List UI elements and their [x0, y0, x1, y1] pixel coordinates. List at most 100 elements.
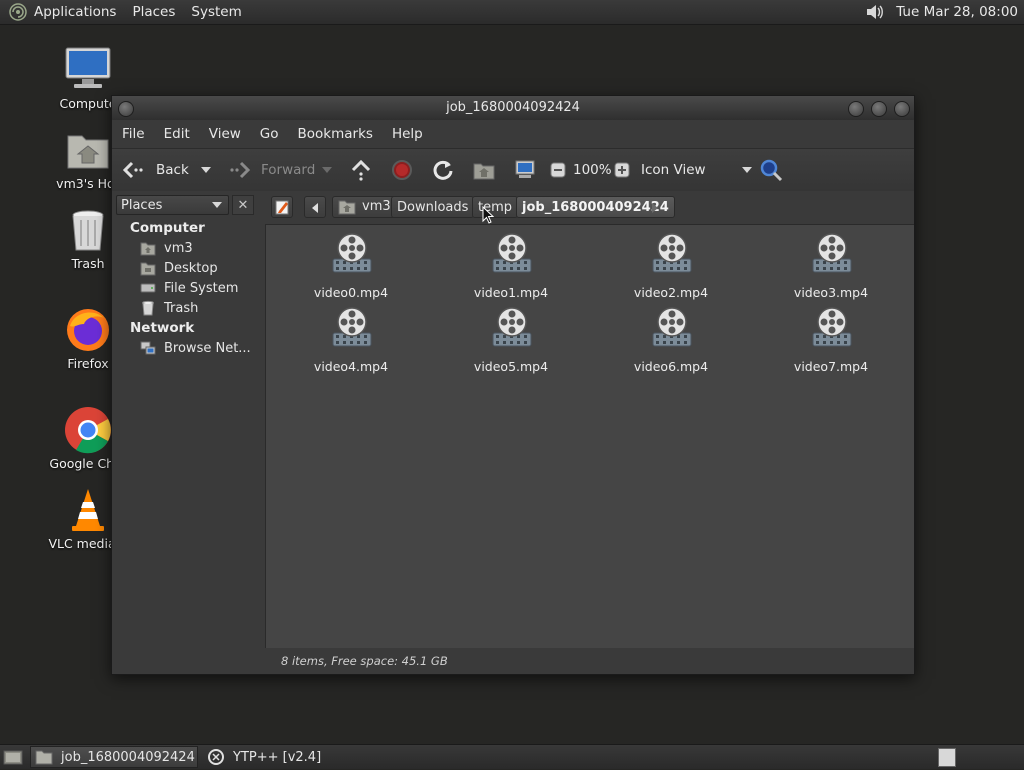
- places-item-label: Desktop: [164, 260, 218, 276]
- home-button[interactable]: [473, 149, 495, 191]
- places-item-file-system[interactable]: File System: [140, 280, 238, 296]
- places-item-browse-network[interactable]: Browse Net...: [140, 340, 251, 356]
- file-manager-window: job_1680004092424 File Edit View Go Book…: [111, 95, 915, 675]
- places-section-computer: Computer: [130, 220, 205, 236]
- back-label: Back: [156, 162, 189, 178]
- menu-edit[interactable]: Edit: [164, 126, 190, 142]
- search-icon: [760, 159, 783, 182]
- file-item[interactable]: video0.mp4: [291, 233, 411, 300]
- menu-file[interactable]: File: [122, 126, 145, 142]
- up-button[interactable]: [350, 149, 372, 191]
- reload-icon: [433, 160, 453, 180]
- bottom-panel: job_1680004092424 YTP++ [v2.4]: [0, 744, 1024, 769]
- places-menu[interactable]: Places: [132, 4, 175, 20]
- show-desktop-button[interactable]: [3, 748, 23, 770]
- places-item-desktop[interactable]: Desktop: [140, 260, 218, 276]
- computer-icon: [515, 160, 535, 178]
- path-scroll-right-button[interactable]: [652, 202, 658, 217]
- toggle-location-entry-button[interactable]: [271, 196, 293, 218]
- file-item[interactable]: video1.mp4: [451, 233, 571, 300]
- chevron-down-icon: [322, 167, 332, 173]
- window-title: job_1680004092424: [446, 100, 580, 115]
- chevron-down-icon: [741, 167, 752, 173]
- side-pane-type-select[interactable]: Places: [116, 195, 229, 215]
- window-titlebar[interactable]: job_1680004092424: [112, 96, 914, 120]
- apps-logo-icon[interactable]: [8, 2, 28, 22]
- zoom-out-button[interactable]: [550, 149, 566, 191]
- places-item-label: vm3: [164, 240, 193, 256]
- system-menu[interactable]: System: [191, 4, 241, 20]
- computer-icon: [65, 47, 111, 88]
- path-bar: vm3 Downloads temp job_1680004092424: [265, 191, 914, 223]
- taskbar-item-file-manager[interactable]: job_1680004092424: [30, 746, 198, 768]
- applications-menu[interactable]: Applications: [34, 4, 116, 20]
- firefox-icon: [67, 309, 109, 351]
- back-button[interactable]: Back: [122, 149, 189, 191]
- file-item[interactable]: video2.mp4: [611, 233, 731, 300]
- chevron-down-icon: [201, 167, 211, 173]
- mouse-cursor-icon: [482, 206, 494, 224]
- close-side-pane-button[interactable]: ✕: [232, 195, 254, 215]
- up-arrow-icon: [351, 159, 371, 181]
- file-item[interactable]: video4.mp4: [291, 307, 411, 374]
- zoom-level[interactable]: 100%: [573, 149, 612, 191]
- workspace-switcher[interactable]: [938, 748, 956, 767]
- file-icon-view[interactable]: video0.mp4 video1.mp4 video2.mp4 video3.…: [265, 224, 914, 648]
- taskbar-item-ytp[interactable]: YTP++ [v2.4]: [203, 746, 363, 768]
- file-item[interactable]: video3.mp4: [771, 233, 891, 300]
- maximize-button[interactable]: [871, 101, 887, 117]
- breadcrumb-vm3[interactable]: vm3: [332, 196, 397, 218]
- breadcrumb-label: vm3: [362, 199, 391, 214]
- home-folder-icon: [67, 135, 109, 169]
- file-item[interactable]: video5.mp4: [451, 307, 571, 374]
- computer-button[interactable]: [514, 149, 536, 191]
- breadcrumb-temp[interactable]: temp: [472, 196, 519, 218]
- menu-view[interactable]: View: [209, 126, 241, 142]
- places-item-trash[interactable]: Trash: [140, 300, 198, 316]
- volume-icon[interactable]: [864, 2, 886, 22]
- window-menu-button[interactable]: [118, 101, 134, 117]
- close-button[interactable]: [894, 101, 910, 117]
- menu-bookmarks[interactable]: Bookmarks: [298, 126, 373, 142]
- forward-history-dropdown[interactable]: [322, 149, 332, 191]
- breadcrumb-current[interactable]: job_1680004092424: [516, 196, 675, 218]
- forward-label: Forward: [261, 162, 316, 178]
- video-file-icon: [812, 307, 852, 347]
- clock[interactable]: Tue Mar 28, 08:00: [896, 4, 1018, 20]
- side-pane-type-label: Places: [121, 197, 163, 213]
- taskbar-item-label: job_1680004092424: [61, 749, 195, 765]
- breadcrumb-downloads[interactable]: Downloads: [391, 196, 475, 218]
- forward-button[interactable]: Forward: [228, 149, 315, 191]
- close-icon: ✕: [237, 198, 249, 213]
- menu-help[interactable]: Help: [392, 126, 423, 142]
- file-item[interactable]: video7.mp4: [771, 307, 891, 374]
- back-history-dropdown[interactable]: [201, 149, 211, 191]
- chevron-down-icon: [212, 202, 222, 208]
- top-panel: Applications Places System Tue Mar 28, 0…: [0, 0, 1024, 25]
- breadcrumb-label: job_1680004092424: [522, 200, 669, 215]
- trash-icon: [72, 210, 104, 251]
- places-item-vm3[interactable]: vm3: [140, 240, 193, 256]
- back-arrow-icon: [122, 161, 143, 179]
- view-mode-select[interactable]: Icon View: [641, 149, 752, 191]
- video-file-icon: [492, 307, 532, 347]
- path-scroll-left-button[interactable]: [304, 196, 326, 218]
- search-button[interactable]: [759, 149, 783, 191]
- video-file-icon: [812, 233, 852, 273]
- drive-icon: [140, 283, 156, 293]
- edit-icon: [275, 200, 289, 215]
- home-folder-icon: [140, 242, 156, 256]
- minimize-button[interactable]: [848, 101, 864, 117]
- chrome-icon: [65, 407, 111, 454]
- desktop-folder-icon: [140, 262, 156, 276]
- file-item[interactable]: video6.mp4: [611, 307, 731, 374]
- reload-button[interactable]: [432, 149, 454, 191]
- side-pane: Places ✕ Computer vm3 Desktop File Syste…: [112, 191, 265, 674]
- folder-icon: [35, 750, 53, 765]
- home-folder-icon: [338, 200, 356, 215]
- file-name: video0.mp4: [313, 285, 389, 300]
- file-name: video1.mp4: [473, 285, 549, 300]
- zoom-in-button[interactable]: [614, 149, 630, 191]
- menu-go[interactable]: Go: [260, 126, 279, 142]
- stop-button[interactable]: [391, 149, 413, 191]
